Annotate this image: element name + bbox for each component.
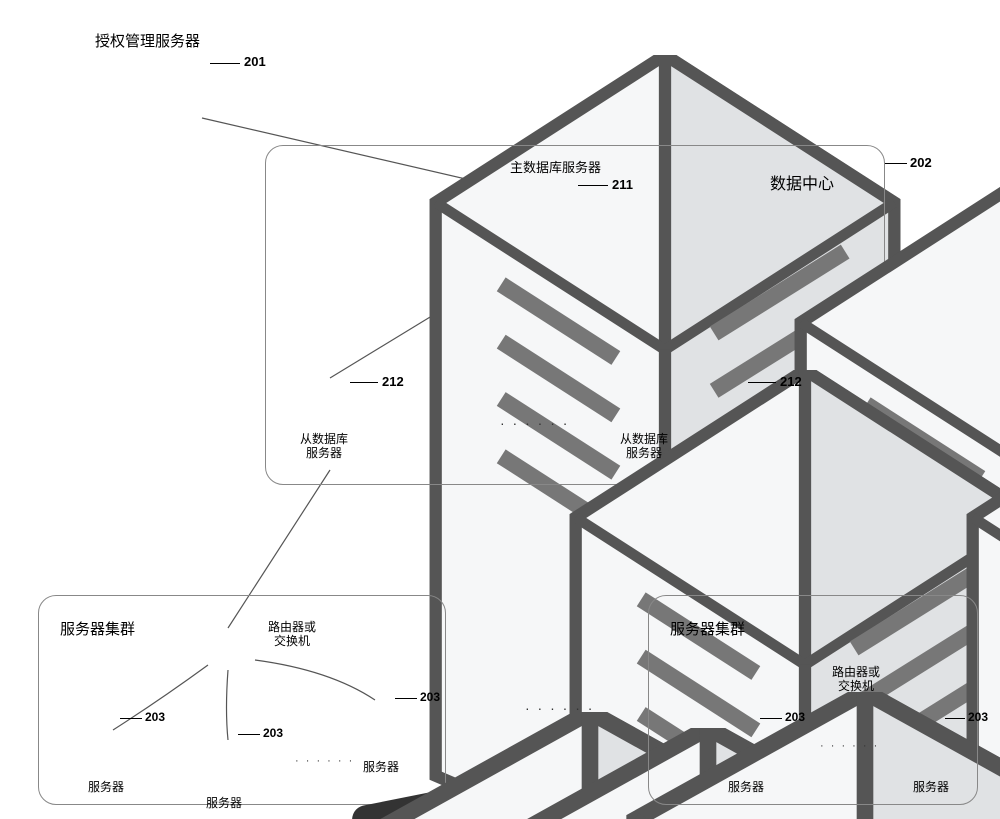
server-r2-icon xyxy=(915,712,951,776)
router-left-icon xyxy=(195,610,265,662)
ref-line-203-l2 xyxy=(238,734,260,735)
server-l1-icon xyxy=(90,712,126,776)
ref-line-203-l3 xyxy=(395,698,417,699)
slave-db-right-icon xyxy=(702,370,758,470)
ref-line-202 xyxy=(885,163,907,164)
server-r2-label: 服务器 xyxy=(913,778,949,795)
server-r1-label: 服务器 xyxy=(728,778,764,795)
ref-line-212a xyxy=(350,382,378,383)
slave-db-left-label: 从数据库 服务器 xyxy=(300,432,348,461)
ref-203-r1: 203 xyxy=(785,710,805,724)
server-l3-label: 服务器 xyxy=(363,758,399,775)
master-db-label: 主数据库服务器 xyxy=(510,157,601,176)
ref-line-203-r2 xyxy=(945,718,965,719)
auth-server-icon xyxy=(165,55,221,155)
auth-server-label: 授权管理服务器 xyxy=(95,30,200,51)
router-right-label: 路由器或 交换机 xyxy=(832,665,880,694)
ref-line-201 xyxy=(210,63,240,64)
dots-slave: · · · · · · xyxy=(500,415,569,431)
ref-line-211 xyxy=(578,185,608,186)
dots-cluster-left: · · · · · · xyxy=(295,755,354,767)
ref-line-212b xyxy=(748,382,776,383)
cluster-right-label: 服务器集群 xyxy=(670,618,745,639)
server-l3-icon xyxy=(365,692,401,756)
ref-203-l2: 203 xyxy=(263,726,283,740)
dots-cluster-right: · · · · · · xyxy=(820,740,879,752)
router-right-icon xyxy=(845,610,915,662)
server-l1-label: 服务器 xyxy=(88,778,124,795)
server-r1-icon xyxy=(730,712,766,776)
ref-212b: 212 xyxy=(780,374,802,389)
ref-202: 202 xyxy=(910,155,932,170)
ref-211: 211 xyxy=(612,177,633,192)
server-l2-icon xyxy=(208,728,244,792)
slave-db-right-label: 从数据库 服务器 xyxy=(620,432,668,461)
server-l2-label: 服务器 xyxy=(206,794,242,811)
ref-203-l3: 203 xyxy=(420,690,440,704)
ref-203-r2: 203 xyxy=(968,710,988,724)
master-db-icon xyxy=(530,175,586,275)
ref-212a: 212 xyxy=(382,374,404,389)
diagram-canvas: 授权管理服务器 201 数据中心 202 主数据库服务器 211 从数据库 服务… xyxy=(0,0,1000,819)
ref-203-l1: 203 xyxy=(145,710,165,724)
ref-line-203-r1 xyxy=(760,718,782,719)
cluster-left-label: 服务器集群 xyxy=(60,618,135,639)
ref-201: 201 xyxy=(244,54,266,69)
ref-line-203-l1 xyxy=(120,718,142,719)
router-left-label: 路由器或 交换机 xyxy=(268,620,316,649)
data-center-label: 数据中心 xyxy=(770,170,834,194)
dots-between-clusters: · · · · · · xyxy=(525,700,594,716)
